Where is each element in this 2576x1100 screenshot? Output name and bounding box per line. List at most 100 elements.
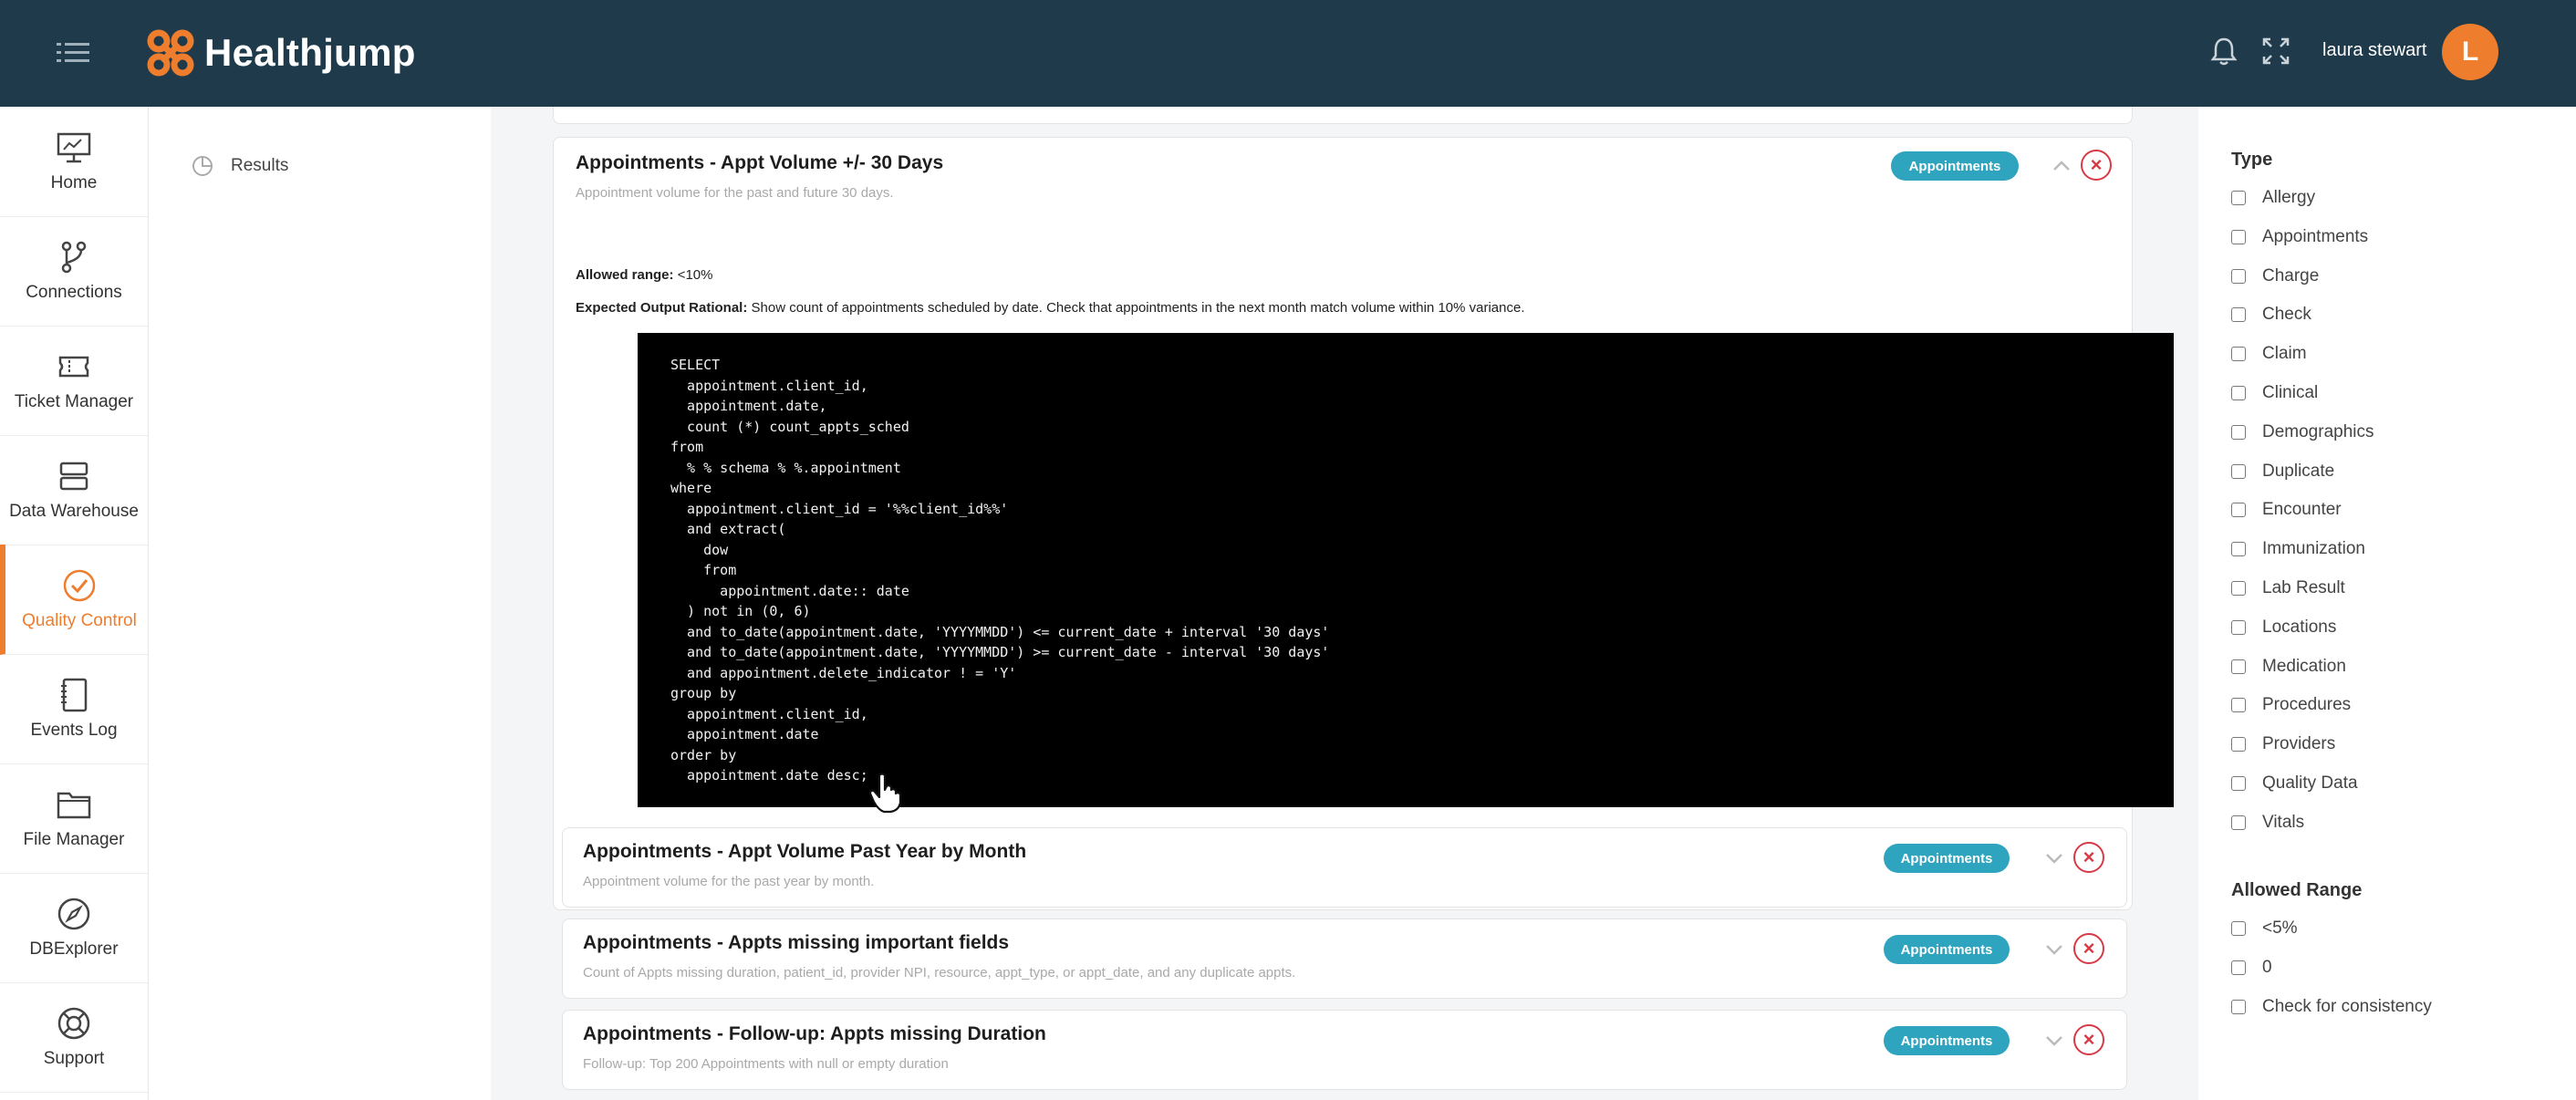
bell-icon[interactable] — [2207, 35, 2240, 67]
filter-type-lab-result[interactable]: Lab Result — [2231, 578, 2345, 598]
user-name[interactable]: laura stewart — [2322, 40, 2427, 61]
card-description: Count of Appts missing duration, patient… — [583, 965, 1296, 981]
remove-button[interactable]: × — [2073, 1024, 2104, 1055]
filter-type-providers[interactable]: Providers — [2231, 734, 2335, 754]
card-title: Appointments - Follow-up: Appts missing … — [583, 1023, 1046, 1044]
home-dashboard-icon — [56, 130, 92, 166]
checkbox[interactable] — [2231, 503, 2246, 517]
chevron-down-icon[interactable] — [2042, 938, 2066, 961]
nav-item-quality-control[interactable]: Quality Control — [0, 545, 153, 655]
allowed-range-filter-title: Allowed Range — [2231, 880, 2363, 900]
type-filter-title: Type — [2231, 150, 2273, 170]
checkbox[interactable] — [2231, 737, 2246, 752]
healthjump-logo-icon — [147, 29, 194, 77]
main-content: Appointments - Appt Volume +/- 30 Days A… — [493, 107, 2189, 1100]
chevron-down-icon[interactable] — [2042, 1029, 2066, 1053]
filter-type-procedures[interactable]: Procedures — [2231, 695, 2351, 715]
filter-type-encounter[interactable]: Encounter — [2231, 500, 2342, 520]
filter-type-quality-data[interactable]: Quality Data — [2231, 773, 2358, 794]
chevron-up-icon[interactable] — [2050, 154, 2073, 178]
menu-icon[interactable] — [57, 40, 89, 66]
card-description: Follow-up: Top 200 Appointments with nul… — [583, 1056, 949, 1072]
checkbox[interactable] — [2231, 386, 2246, 400]
checkbox[interactable] — [2231, 425, 2246, 440]
nav-item-data-warehouse[interactable]: Data Warehouse — [0, 435, 148, 545]
filter-type-locations[interactable]: Locations — [2231, 617, 2336, 638]
checkbox[interactable] — [2231, 581, 2246, 596]
remove-button[interactable]: × — [2081, 150, 2112, 181]
remove-button[interactable]: × — [2073, 933, 2104, 964]
nav-item-dbexplorer[interactable]: DBExplorer — [0, 873, 148, 983]
app-logo[interactable]: Healthjump — [146, 26, 416, 80]
checkbox[interactable] — [2231, 960, 2246, 975]
subnav-item-results[interactable]: Results — [191, 154, 288, 178]
card-description: Appointment volume for the past and futu… — [576, 185, 894, 201]
checkbox[interactable] — [2231, 464, 2246, 479]
checkbox[interactable] — [2231, 815, 2246, 830]
nav-item-home[interactable]: Home — [0, 107, 148, 217]
type-tag: Appointments — [1884, 844, 2010, 873]
nav-item-connections[interactable]: Connections — [0, 216, 148, 327]
nav-item-file-manager[interactable]: File Manager — [0, 763, 148, 874]
nav-item-ticket-manager[interactable]: Ticket Manager — [0, 326, 148, 436]
checkbox[interactable] — [2231, 1000, 2246, 1014]
checkbox[interactable] — [2231, 698, 2246, 712]
filter-type-medication[interactable]: Medication — [2231, 657, 2346, 677]
card-title: Appointments - Appts missing important f… — [583, 932, 1010, 953]
filter-type-immunization[interactable]: Immunization — [2231, 539, 2365, 559]
checkbox[interactable] — [2231, 347, 2246, 361]
filter-type-check[interactable]: Check — [2231, 305, 2311, 325]
type-tag: Appointments — [1891, 151, 2019, 181]
git-branch-icon — [56, 239, 92, 275]
pie-chart-icon — [192, 156, 213, 176]
card-title: Appointments - Appt Volume Past Year by … — [583, 841, 1027, 862]
app-name: Healthjump — [204, 31, 416, 74]
filter-range-consistency[interactable]: Check for consistency — [2231, 997, 2432, 1017]
nav-item-events-log[interactable]: Events Log — [0, 654, 148, 764]
checkbox[interactable] — [2231, 191, 2246, 205]
lifebuoy-icon — [56, 1005, 92, 1042]
chevron-down-icon[interactable] — [2042, 846, 2066, 870]
sql-code-block[interactable]: SELECT appointment.client_id, appointmen… — [638, 333, 2174, 807]
checkbox[interactable] — [2231, 269, 2246, 284]
ticket-icon — [56, 348, 92, 385]
filter-range-zero[interactable]: 0 — [2231, 958, 2272, 978]
check-circle-icon — [61, 567, 98, 604]
filter-type-charge[interactable]: Charge — [2231, 266, 2319, 286]
checkbox[interactable] — [2231, 921, 2246, 936]
checkbox[interactable] — [2231, 776, 2246, 791]
checkbox[interactable] — [2231, 659, 2246, 674]
checkbox[interactable] — [2231, 620, 2246, 635]
qc-card-missing-duration[interactable]: Appointments - Follow-up: Appts missing … — [562, 1010, 2127, 1090]
filter-type-duplicate[interactable]: Duplicate — [2231, 462, 2334, 482]
filter-type-appointments[interactable]: Appointments — [2231, 227, 2368, 247]
sql-query-text: SELECT appointment.client_id, appointmen… — [670, 357, 1330, 783]
checkbox[interactable] — [2231, 230, 2246, 244]
sub-nav: Results — [149, 107, 491, 1100]
database-icon — [56, 458, 92, 494]
fullscreen-icon[interactable] — [2259, 35, 2292, 67]
type-tag: Appointments — [1884, 1026, 2010, 1055]
checkbox[interactable] — [2231, 307, 2246, 322]
qc-card-appt-volume-past-year[interactable]: Appointments - Appt Volume Past Year by … — [562, 827, 2127, 908]
qc-card-appts-missing-fields[interactable]: Appointments - Appts missing important f… — [562, 918, 2127, 999]
filter-type-allergy[interactable]: Allergy — [2231, 188, 2315, 208]
top-header: Healthjump laura stewart L — [0, 0, 2576, 107]
filter-type-clinical[interactable]: Clinical — [2231, 383, 2318, 403]
checkbox[interactable] — [2231, 542, 2246, 556]
filter-type-demographics[interactable]: Demographics — [2231, 422, 2374, 442]
avatar[interactable]: L — [2442, 24, 2498, 80]
type-tag: Appointments — [1884, 935, 2010, 964]
qc-card-appt-volume-30-days: Appointments - Appt Volume +/- 30 Days A… — [553, 137, 2174, 910]
filter-type-vitals[interactable]: Vitals — [2231, 813, 2304, 833]
folder-icon — [56, 786, 92, 823]
hand-cursor-icon — [868, 773, 902, 814]
expected-output-rational: Expected Output Rational: Show count of … — [576, 300, 1525, 316]
filter-range-lt5[interactable]: <5% — [2231, 918, 2298, 939]
notebook-icon — [56, 677, 92, 713]
filter-type-claim[interactable]: Claim — [2231, 344, 2307, 364]
compass-icon — [56, 896, 92, 932]
nav-item-support[interactable]: Support — [0, 982, 148, 1093]
filter-panel: Type Allergy Appointments Charge Check C… — [2198, 107, 2576, 1100]
remove-button[interactable]: × — [2073, 842, 2104, 873]
